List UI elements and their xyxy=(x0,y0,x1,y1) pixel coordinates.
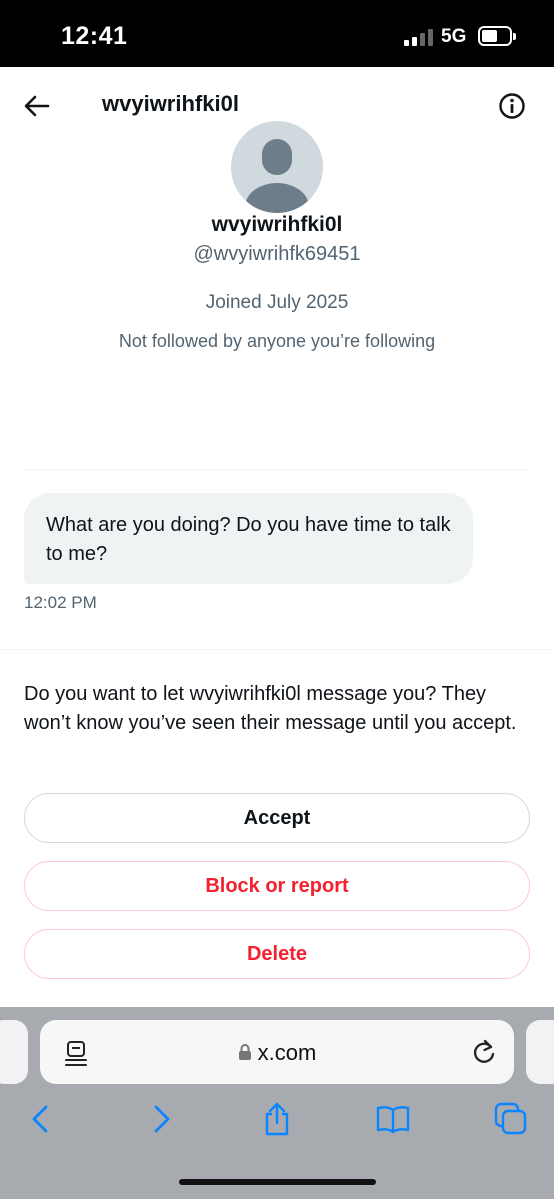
url-display[interactable]: x.com xyxy=(40,1040,514,1066)
divider xyxy=(0,649,554,650)
browser-back-icon[interactable] xyxy=(24,1102,58,1136)
info-icon xyxy=(499,93,525,119)
delete-button[interactable]: Delete xyxy=(24,929,530,979)
info-button[interactable] xyxy=(498,92,526,120)
default-avatar-icon xyxy=(245,139,309,213)
share-icon[interactable] xyxy=(260,1102,294,1136)
back-arrow-icon xyxy=(24,95,50,117)
header-title: wvyiwrihfki0l xyxy=(102,91,239,116)
block-or-report-button[interactable]: Block or report xyxy=(24,861,530,911)
followed-by-text: Not followed by anyone you’re following xyxy=(118,331,436,351)
cellular-signal-icon xyxy=(404,29,434,46)
message-timestamp: 12:02 PM xyxy=(24,593,97,612)
previous-tab-preview[interactable] xyxy=(0,1020,28,1084)
accept-button[interactable]: Accept xyxy=(24,793,530,843)
divider xyxy=(24,469,530,470)
status-bar: 12:41 5G xyxy=(0,0,554,67)
bookmarks-icon[interactable] xyxy=(376,1102,410,1136)
next-tab-preview[interactable] xyxy=(526,1020,554,1084)
lock-icon xyxy=(238,1044,251,1060)
message-request-prompt: Do you want to let wvyiwrihfki0l message… xyxy=(24,683,517,734)
joined-date: Joined July 2025 xyxy=(205,292,349,313)
browser-toolbar: x.com xyxy=(0,1007,554,1199)
reload-icon[interactable] xyxy=(470,1038,498,1066)
back-button[interactable] xyxy=(22,91,52,121)
browser-forward-icon[interactable] xyxy=(144,1102,178,1136)
home-indicator xyxy=(179,1179,376,1185)
tabs-icon[interactable] xyxy=(494,1102,528,1136)
battery-icon xyxy=(478,26,516,46)
avatar[interactable] xyxy=(231,121,323,213)
url-text: x.com xyxy=(257,1040,317,1065)
message-bubble[interactable]: What are you doing? Do you have time to … xyxy=(24,493,473,584)
address-bar[interactable]: x.com xyxy=(40,1020,514,1084)
status-time: 12:41 xyxy=(61,22,128,50)
profile-handle: @wvyiwrihfk69451 xyxy=(193,243,361,265)
network-type: 5G xyxy=(441,26,467,47)
profile-name: wvyiwrihfki0l xyxy=(211,213,343,236)
